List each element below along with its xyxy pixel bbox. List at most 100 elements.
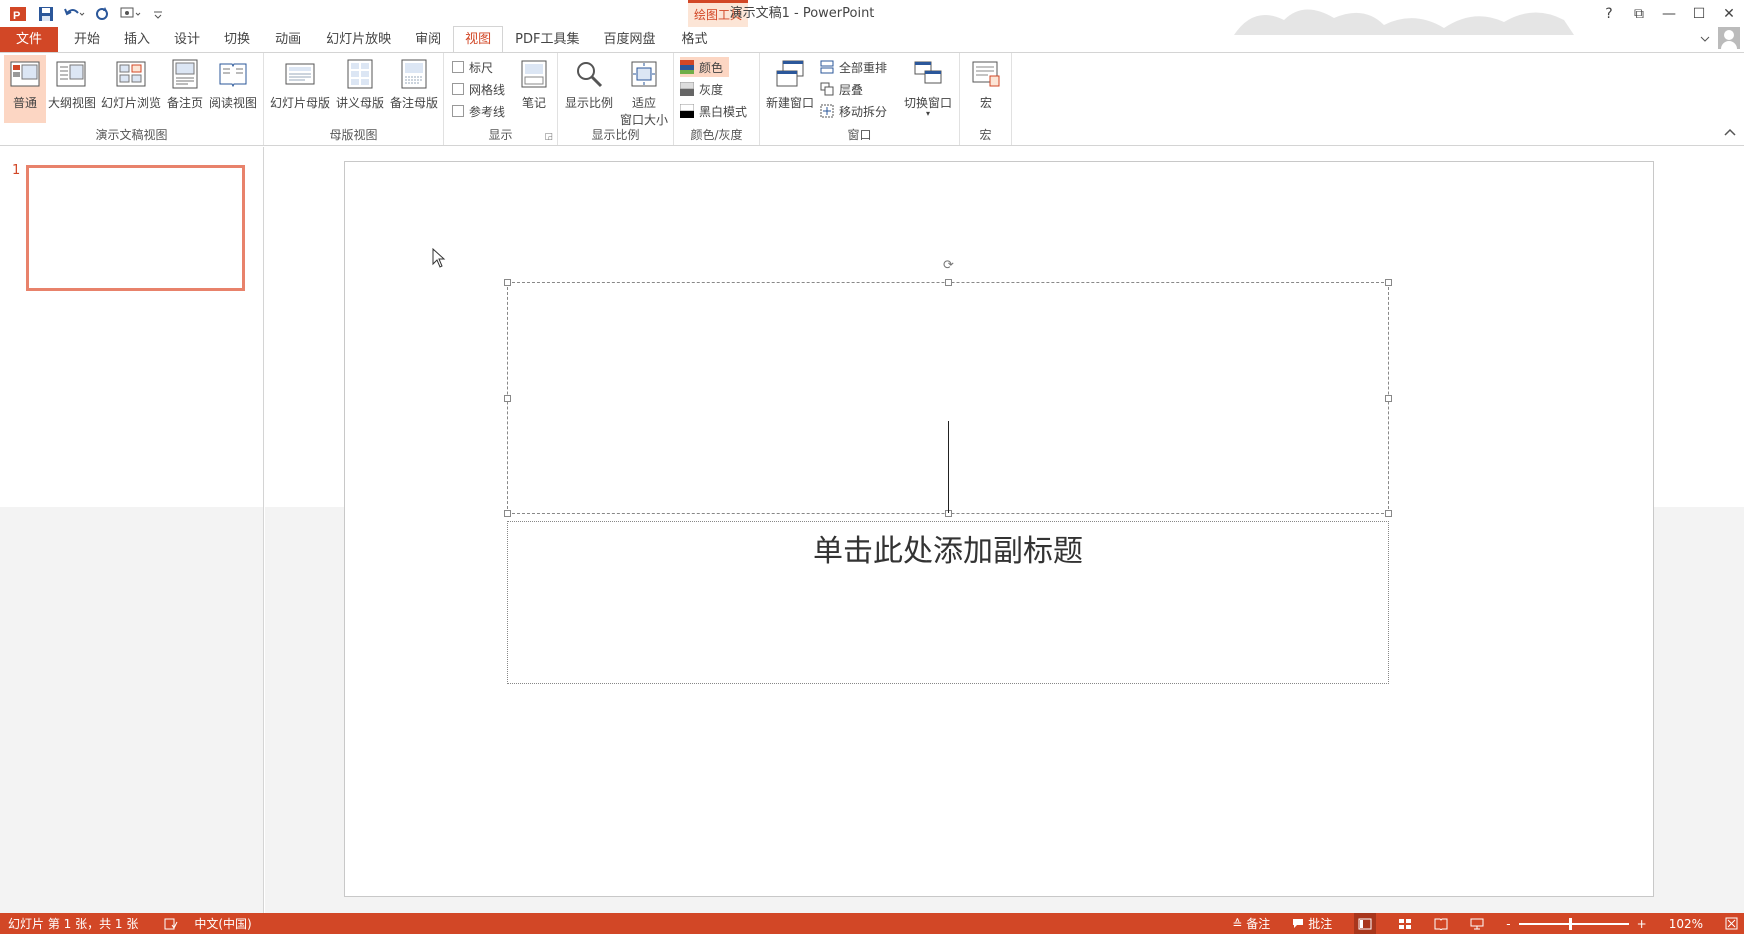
tab-home[interactable]: 开始 <box>58 27 112 52</box>
tab-review[interactable]: 审阅 <box>403 27 453 52</box>
resize-handle[interactable] <box>504 279 511 286</box>
reading-view-label: 阅读视图 <box>208 96 257 110</box>
text-cursor <box>948 421 949 513</box>
ribbon-display-options-button[interactable]: ⧉ <box>1624 0 1654 27</box>
slide-sorter-button[interactable]: 幻灯片浏览 <box>100 55 162 111</box>
minimize-button[interactable]: — <box>1654 0 1684 27</box>
notes-toggle-icon: ≙ <box>1232 916 1243 931</box>
group-color-grayscale: 颜色 灰度 黑白模式 颜色/灰度 <box>674 53 760 145</box>
resize-handle[interactable] <box>504 395 511 402</box>
zoom-in-button[interactable]: + <box>1637 917 1647 931</box>
presentation-icon[interactable] <box>118 3 142 25</box>
macros-button[interactable]: 宏 <box>968 55 1004 111</box>
reading-view-button[interactable]: 阅读视图 <box>207 55 259 111</box>
rotate-handle-icon[interactable]: ⟳ <box>943 259 957 273</box>
help-button[interactable]: ? <box>1594 0 1624 27</box>
normal-view-status-button[interactable] <box>1354 913 1377 934</box>
save-icon[interactable] <box>34 3 58 25</box>
fit-label-line1: 适应 <box>631 96 656 110</box>
normal-view-button[interactable]: 普通 <box>4 55 46 123</box>
color-option[interactable]: 颜色 <box>680 57 730 77</box>
notes-toggle-label: 备注 <box>1246 917 1271 931</box>
tab-file[interactable]: 文件 <box>0 27 58 52</box>
comments-toggle-label: 批注 <box>1308 917 1333 931</box>
tab-format[interactable]: 格式 <box>667 27 721 52</box>
resize-handle[interactable] <box>945 279 952 286</box>
gridlines-checkbox[interactable]: 网格线 <box>452 79 505 99</box>
tab-design[interactable]: 设计 <box>162 27 212 52</box>
maximize-button[interactable]: ☐ <box>1684 0 1714 27</box>
notes-toggle[interactable]: ≙ 备注 <box>1232 915 1270 932</box>
notes-page-button[interactable]: 备注页 <box>166 55 204 111</box>
account-dropdown-icon[interactable] <box>1700 33 1710 43</box>
guides-label: 参考线 <box>469 104 506 119</box>
arrange-all-icon <box>820 60 834 74</box>
zoom-button[interactable]: 显示比例 <box>564 55 614 111</box>
undo-icon[interactable] <box>62 3 86 25</box>
black-white-option[interactable]: 黑白模式 <box>680 101 747 121</box>
switch-windows-button[interactable]: 切换窗口 ▾ <box>902 55 954 118</box>
new-window-button[interactable]: 新建窗口 <box>764 55 816 111</box>
resize-handle[interactable] <box>504 510 511 517</box>
zoom-slider-thumb[interactable] <box>1568 917 1572 930</box>
outline-view-button[interactable]: 大纲视图 <box>48 55 96 111</box>
reading-view-status-button[interactable] <box>1434 918 1448 930</box>
tab-view[interactable]: 视图 <box>453 26 504 52</box>
zoom-out-button[interactable]: - <box>1506 917 1510 931</box>
slide-thumbnail[interactable] <box>26 165 245 291</box>
comments-toggle[interactable]: 批注 <box>1292 915 1332 932</box>
subtitle-placeholder[interactable]: 单击此处添加副标题 <box>507 521 1389 684</box>
resize-handle[interactable] <box>1385 395 1392 402</box>
avatar[interactable] <box>1718 27 1740 49</box>
title-placeholder[interactable]: ⟳ <box>504 259 1392 517</box>
collapse-ribbon-icon[interactable] <box>1724 125 1736 139</box>
slideshow-status-button[interactable] <box>1470 918 1484 930</box>
language-indicator[interactable]: 中文(中国) <box>194 915 251 932</box>
fit-to-window-button[interactable]: 适应 窗口大小 <box>618 55 670 128</box>
close-button[interactable]: ✕ <box>1714 0 1744 27</box>
redo-icon[interactable] <box>90 3 114 25</box>
master-views-group-label: 母版视图 <box>329 128 378 142</box>
notes-label: 笔记 <box>521 96 546 110</box>
subtitle-placeholder-text: 单击此处添加副标题 <box>813 534 1083 569</box>
arrange-all-option[interactable]: 全部重排 <box>820 57 887 77</box>
handout-master-button[interactable]: 讲义母版 <box>334 55 386 111</box>
slide-master-button[interactable]: 幻灯片母版 <box>270 55 330 111</box>
tab-transitions[interactable]: 切换 <box>212 27 262 52</box>
notes-master-button[interactable]: 备注母版 <box>388 55 440 111</box>
slide-sorter-status-button[interactable] <box>1398 918 1412 930</box>
resize-handle[interactable] <box>1385 279 1392 286</box>
slide-sorter-status-icon <box>1399 918 1412 929</box>
resize-handle[interactable] <box>1385 510 1392 517</box>
slide-canvas[interactable]: ⟳ 单击此处添加副标题 <box>344 161 1654 897</box>
gridlines-checkbox-box[interactable] <box>452 83 464 95</box>
macros-group-label: 宏 <box>979 128 992 142</box>
ruler-checkbox[interactable]: 标尺 <box>452 57 493 77</box>
guides-checkbox[interactable]: 参考线 <box>452 101 505 121</box>
ruler-checkbox-box[interactable] <box>452 61 464 73</box>
tab-insert[interactable]: 插入 <box>112 27 162 52</box>
spell-check-icon[interactable] <box>164 918 178 930</box>
normal-view-icon <box>8 57 42 91</box>
zoom-slider[interactable] <box>1518 917 1629 930</box>
macros-icon <box>969 57 1003 91</box>
zoom-group-label: 显示比例 <box>591 128 640 142</box>
zoom-level[interactable]: 102% <box>1669 917 1703 931</box>
fit-slide-status-button[interactable] <box>1725 917 1738 930</box>
guides-checkbox-box[interactable] <box>452 105 464 117</box>
switch-windows-dropdown-icon: ▾ <box>925 109 930 118</box>
move-split-option[interactable]: 移动拆分 <box>820 101 887 121</box>
black-white-swatch-icon <box>680 104 694 118</box>
tab-slideshow[interactable]: 幻灯片放映 <box>314 27 403 52</box>
powerpoint-app-icon[interactable]: P <box>6 3 30 25</box>
arrange-all-label: 全部重排 <box>839 60 888 75</box>
customize-qat-icon[interactable] <box>146 3 170 25</box>
tab-baidu-netdisk[interactable]: 百度网盘 <box>591 27 667 52</box>
show-dialog-launcher-icon[interactable]: ◲ <box>544 132 553 142</box>
grayscale-option[interactable]: 灰度 <box>680 79 723 99</box>
cascade-option[interactable]: 层叠 <box>820 79 863 99</box>
notes-button[interactable]: 笔记 <box>516 55 552 111</box>
tab-animations[interactable]: 动画 <box>262 27 314 52</box>
group-macros: 宏 宏 <box>960 53 1012 145</box>
tab-pdf-tools[interactable]: PDF工具集 <box>503 27 591 52</box>
